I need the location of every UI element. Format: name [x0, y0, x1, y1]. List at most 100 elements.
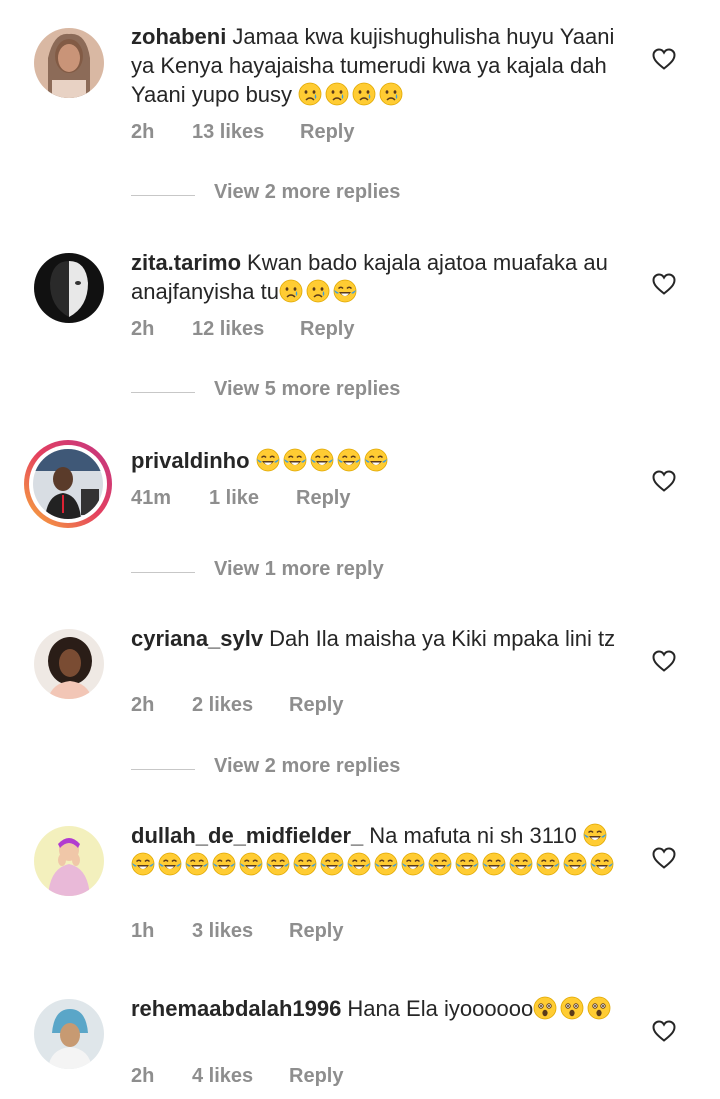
view-more-label[interactable]: View 2 more replies: [214, 755, 400, 778]
view-more-label[interactable]: View 1 more reply: [214, 558, 384, 581]
joy-face-icon: [320, 852, 344, 876]
likes-count[interactable]: 3 likes: [192, 920, 253, 943]
comment-time: 2h: [131, 318, 155, 340]
avatar[interactable]: [34, 28, 104, 98]
comment-time: 1h: [131, 920, 155, 942]
joy-face-icon: [256, 448, 280, 472]
comment-text: dullah_de_midfielder_ Na mafuta ni sh 311…: [131, 821, 621, 879]
comment-text: zohabeni Jamaa kwa kujishughulisha huyu Y…: [131, 22, 621, 109]
comment-time: 2h: [131, 694, 155, 716]
comment-body: Dah Ila maisha ya Kiki mpaka lini tz: [269, 626, 616, 651]
crying-face-icon: [298, 82, 322, 106]
emoji-group: [533, 996, 614, 1021]
avatar-photo: [33, 449, 103, 519]
comment-text: cyriana_sylv Dah Ila maisha ya Kiki mpaka…: [131, 624, 621, 653]
view-more-replies[interactable]: View 5 more replies: [131, 378, 531, 408]
joy-face-icon: [212, 852, 236, 876]
view-more-label[interactable]: View 2 more replies: [214, 181, 400, 204]
likes-count[interactable]: 13 likes: [192, 121, 264, 144]
comment-time: 41m: [131, 487, 172, 509]
view-more-replies[interactable]: View 2 more replies: [131, 755, 531, 785]
joy-face-icon: [239, 852, 263, 876]
heart-icon[interactable]: [652, 1020, 676, 1042]
heart-icon[interactable]: [652, 847, 676, 869]
joy-face-icon: [333, 279, 357, 303]
avatar[interactable]: [34, 999, 104, 1069]
comment-body: Hana Ela iyoooooo: [347, 996, 534, 1021]
astonished-face-icon: [533, 996, 557, 1020]
joy-face-icon: [374, 852, 398, 876]
avatar[interactable]: [34, 253, 104, 323]
joy-face-icon: [401, 852, 425, 876]
likes-count[interactable]: 2 likes: [192, 694, 253, 717]
divider-line: [131, 392, 195, 393]
joy-face-icon: [293, 852, 317, 876]
comment-text: rehemaabdalah1996 Hana Ela iyoooooo: [131, 994, 621, 1023]
emoji-group: [256, 448, 391, 473]
avatar-photo: [34, 28, 104, 98]
joy-face-icon: [455, 852, 479, 876]
comment-username[interactable]: zohabeni: [131, 24, 226, 49]
avatar-photo: [34, 629, 104, 699]
joy-face-icon: [337, 448, 361, 472]
avatar-photo: [34, 826, 104, 896]
crying-face-icon: [352, 82, 376, 106]
comment-username[interactable]: rehemaabdalah1996: [131, 996, 341, 1021]
likes-count[interactable]: 1 like: [209, 487, 259, 510]
comment-text: privaldinho: [131, 446, 621, 475]
reply-button[interactable]: Reply: [300, 121, 354, 144]
comment-username[interactable]: dullah_de_midfielder_: [131, 823, 363, 848]
joy-face-icon: [283, 448, 307, 472]
reply-button[interactable]: Reply: [300, 318, 354, 341]
joy-face-icon: [590, 852, 614, 876]
joy-face-icon: [310, 448, 334, 472]
joy-face-icon: [563, 852, 587, 876]
comment-text: zita.tarimo Kwan bado kajala ajatoa muafa…: [131, 248, 621, 306]
joy-face-icon: [266, 852, 290, 876]
reply-button[interactable]: Reply: [289, 694, 343, 717]
joy-face-icon: [364, 448, 388, 472]
avatar-photo: [34, 999, 104, 1069]
comment-username[interactable]: zita.tarimo: [131, 250, 241, 275]
avatar[interactable]: [34, 629, 104, 699]
joy-face-icon: [482, 852, 506, 876]
avatar-photo: [34, 253, 104, 323]
emoji-group: [298, 82, 406, 107]
joy-face-icon: [509, 852, 533, 876]
divider-line: [131, 769, 195, 770]
joy-face-icon: [158, 852, 182, 876]
emoji-group: [279, 279, 360, 304]
crying-face-icon: [306, 279, 330, 303]
crying-face-icon: [325, 82, 349, 106]
avatar[interactable]: [34, 826, 104, 896]
joy-face-icon: [131, 852, 155, 876]
view-more-replies[interactable]: View 1 more reply: [131, 558, 531, 588]
comment-username[interactable]: privaldinho: [131, 448, 250, 473]
likes-count[interactable]: 12 likes: [192, 318, 264, 341]
reply-button[interactable]: Reply: [289, 1065, 343, 1088]
view-more-label[interactable]: View 5 more replies: [214, 378, 400, 401]
reply-button[interactable]: Reply: [289, 920, 343, 943]
likes-count[interactable]: 4 likes: [192, 1065, 253, 1088]
joy-face-icon: [583, 823, 607, 847]
astonished-face-icon: [587, 996, 611, 1020]
joy-face-icon: [536, 852, 560, 876]
joy-face-icon: [428, 852, 452, 876]
heart-icon[interactable]: [652, 650, 676, 672]
astonished-face-icon: [560, 996, 584, 1020]
comment-time: 2h: [131, 121, 155, 143]
divider-line: [131, 572, 195, 573]
comment-time: 2h: [131, 1065, 155, 1087]
joy-face-icon: [185, 852, 209, 876]
heart-icon[interactable]: [652, 470, 676, 492]
divider-line: [131, 195, 195, 196]
crying-face-icon: [279, 279, 303, 303]
reply-button[interactable]: Reply: [296, 487, 350, 510]
heart-icon[interactable]: [652, 48, 676, 70]
heart-icon[interactable]: [652, 273, 676, 295]
view-more-replies[interactable]: View 2 more replies: [131, 181, 531, 211]
avatar-story-ring[interactable]: [24, 440, 112, 528]
crying-face-icon: [379, 82, 403, 106]
comment-username[interactable]: cyriana_sylv: [131, 626, 263, 651]
joy-face-icon: [347, 852, 371, 876]
